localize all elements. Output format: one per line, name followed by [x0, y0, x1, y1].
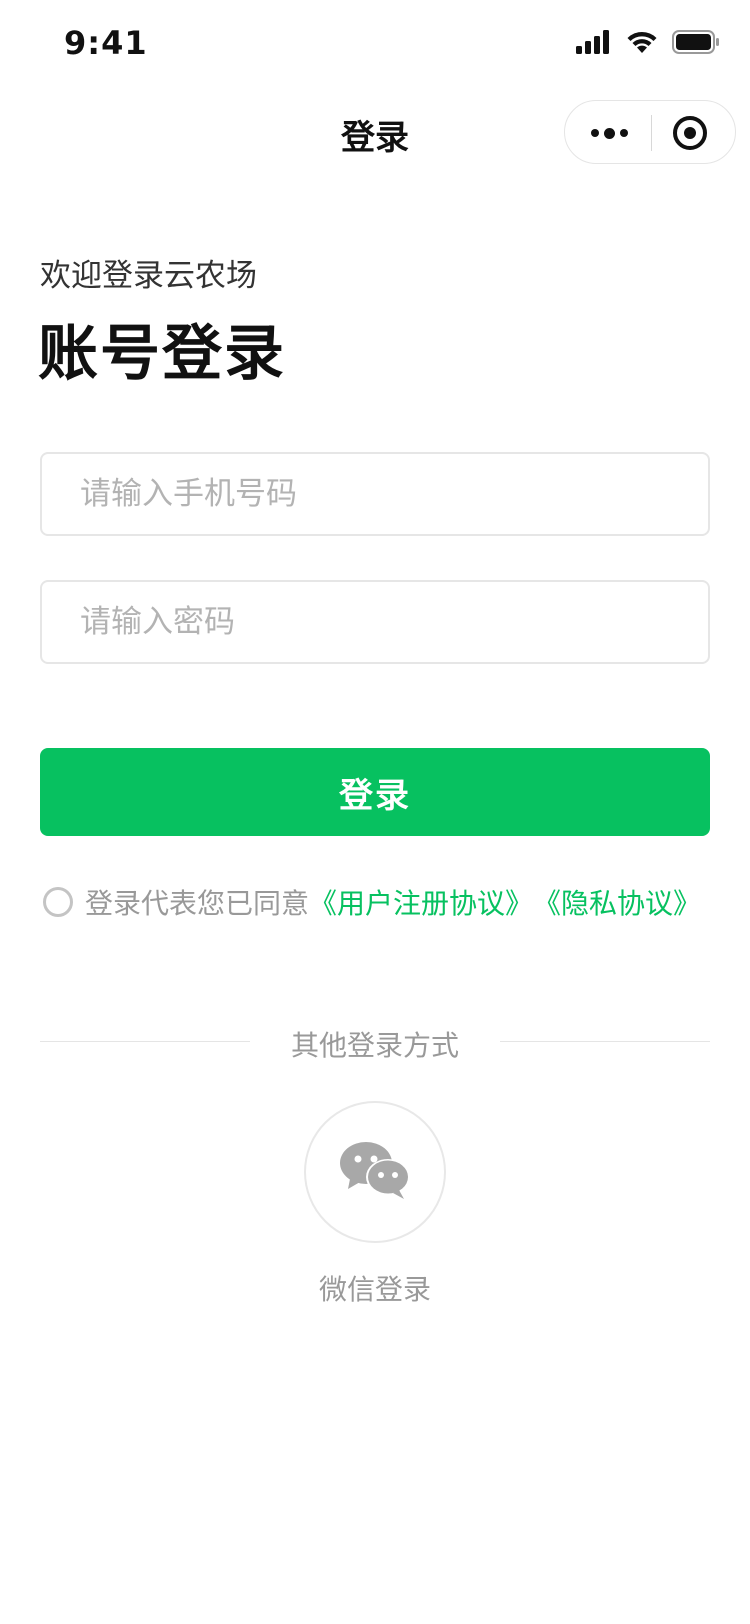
more-dot: [619, 129, 628, 137]
user-agreement-link[interactable]: 《用户注册协议》: [309, 882, 533, 922]
wechat-login-button[interactable]: [304, 1101, 446, 1243]
agreement-text: 登录代表您已同意: [85, 887, 310, 920]
close-miniprogram-icon[interactable]: [671, 114, 709, 152]
phone-input[interactable]: [80, 454, 680, 534]
battery-icon: [672, 30, 720, 58]
wifi-icon: [626, 30, 658, 58]
password-field: [40, 580, 710, 664]
status-time: 9:41: [64, 24, 148, 62]
password-input[interactable]: [80, 582, 680, 662]
capsule-divider: [651, 115, 652, 151]
more-icon[interactable]: [589, 115, 629, 151]
login-heading: 账号登录: [38, 319, 286, 389]
privacy-agreement-link[interactable]: 《隐私协议》: [533, 882, 701, 922]
divider-line-right: [500, 1041, 710, 1042]
welcome-text: 欢迎登录云农场: [40, 258, 257, 294]
more-dot: [590, 129, 599, 137]
nav-bar: 登录: [0, 90, 750, 178]
signal-icon: [576, 30, 612, 58]
miniprogram-capsule: [564, 100, 736, 164]
phone-field: [40, 452, 710, 536]
agreement-radio[interactable]: [43, 887, 73, 917]
more-dot: [603, 127, 615, 139]
login-button[interactable]: 登录: [40, 748, 710, 836]
status-icons: [576, 30, 720, 58]
status-bar: 9:41: [0, 0, 750, 90]
wechat-login-label[interactable]: 微信登录: [0, 1268, 750, 1308]
other-login-title: 其他登录方式: [290, 1029, 459, 1062]
wechat-icon: [338, 1139, 412, 1205]
agreement-row: 登录代表您已同意 《用户注册协议》 《隐私协议》: [43, 882, 701, 922]
other-login-divider: 其他登录方式: [40, 1020, 710, 1064]
